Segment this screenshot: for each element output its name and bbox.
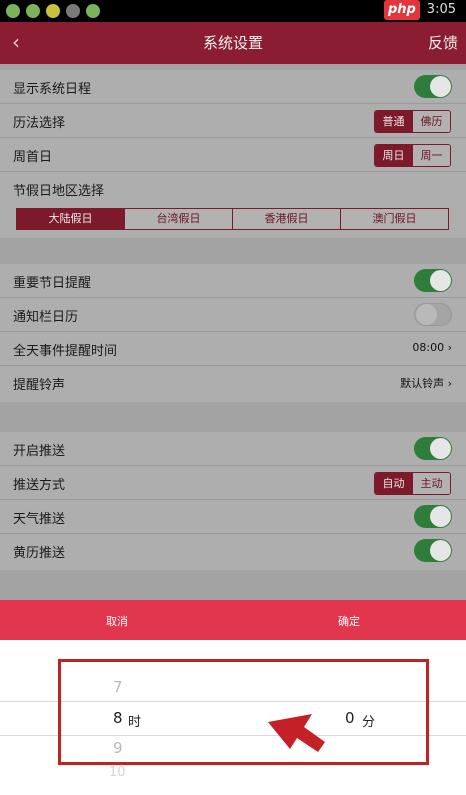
- annotation-arrow-icon: [268, 714, 325, 752]
